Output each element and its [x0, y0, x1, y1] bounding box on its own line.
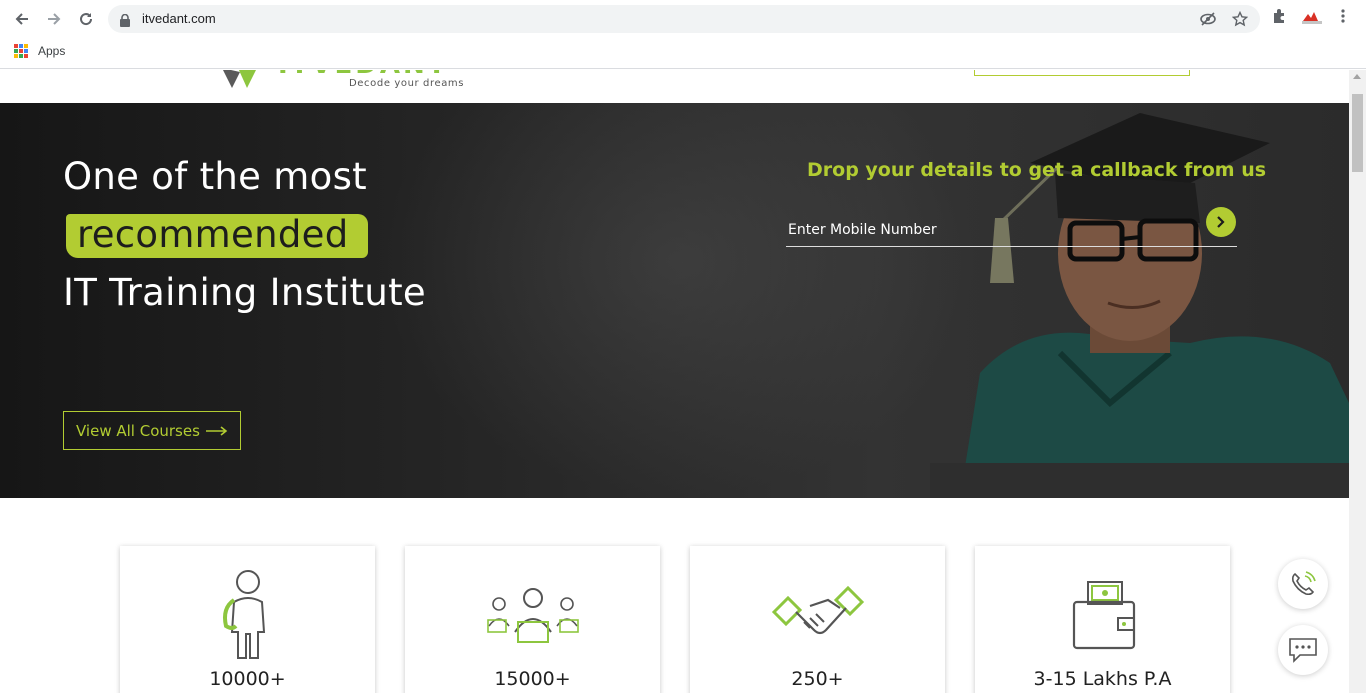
- stat-value: 3-15 Lakhs P.A: [1033, 668, 1172, 690]
- page-scrollbar[interactable]: [1349, 70, 1366, 693]
- chat-button[interactable]: [1278, 625, 1328, 675]
- student-icon: [222, 570, 265, 659]
- callback-title: Drop your details to get a callback from…: [807, 159, 1267, 181]
- lock-icon: [120, 12, 130, 31]
- reload-icon[interactable]: [74, 8, 98, 30]
- eye-off-icon[interactable]: [1200, 11, 1216, 31]
- bookmarks-bar: Apps: [0, 38, 1366, 69]
- arrow-right-icon: [205, 425, 228, 436]
- stat-card-partners: 250+: [690, 546, 945, 693]
- phone-icon: [1291, 571, 1316, 596]
- menu-dots-icon[interactable]: [1340, 8, 1346, 28]
- scroll-up-icon[interactable]: [1353, 74, 1361, 79]
- stat-value: 15000+: [494, 668, 571, 690]
- site-header: ITVEDANT Decode your dreams: [0, 70, 1349, 103]
- callback-submit-button[interactable]: [1206, 207, 1236, 237]
- wallet-icon: [1072, 581, 1135, 650]
- page-viewport: ITVEDANT Decode your dreams: [0, 70, 1349, 693]
- view-all-courses-button[interactable]: View All Courses: [63, 411, 241, 450]
- logo-mark-icon[interactable]: [222, 70, 272, 90]
- extension-logo-icon[interactable]: [1302, 9, 1322, 28]
- chat-icon: [1289, 638, 1317, 663]
- scroll-thumb[interactable]: [1352, 94, 1363, 172]
- apps-bookmark[interactable]: Apps: [38, 44, 65, 58]
- header-cta-button[interactable]: [974, 70, 1190, 76]
- star-icon[interactable]: [1231, 10, 1249, 31]
- browser-toolbar: itvedant.com: [0, 0, 1366, 38]
- chevron-right-icon: [1217, 216, 1225, 228]
- stat-card-placements: 15000+: [405, 546, 660, 693]
- group-laptop-icon: [486, 588, 579, 643]
- url-text: itvedant.com: [142, 11, 216, 26]
- stat-value: 10000+: [209, 668, 286, 690]
- call-button[interactable]: [1278, 559, 1328, 609]
- extensions-icon[interactable]: [1271, 8, 1287, 28]
- address-bar[interactable]: itvedant.com: [108, 5, 1260, 33]
- stat-card-salary: 3-15 Lakhs P.A: [975, 546, 1230, 693]
- hero-heading-line1: One of the most: [63, 155, 367, 198]
- logo-tagline: Decode your dreams: [349, 78, 465, 89]
- mobile-number-input[interactable]: Enter Mobile Number: [786, 213, 1237, 247]
- stat-value: 250+: [791, 668, 844, 690]
- apps-grid-icon[interactable]: [14, 44, 28, 58]
- handshake-icon: [771, 585, 864, 635]
- stat-card-students: 10000+: [120, 546, 375, 693]
- hero-banner: One of the most recommended IT Training …: [0, 103, 1349, 498]
- hero-heading-line2: recommended: [77, 213, 349, 256]
- forward-icon[interactable]: [42, 8, 66, 30]
- hero-heading-line3: IT Training Institute: [63, 271, 426, 314]
- back-icon[interactable]: [10, 8, 34, 30]
